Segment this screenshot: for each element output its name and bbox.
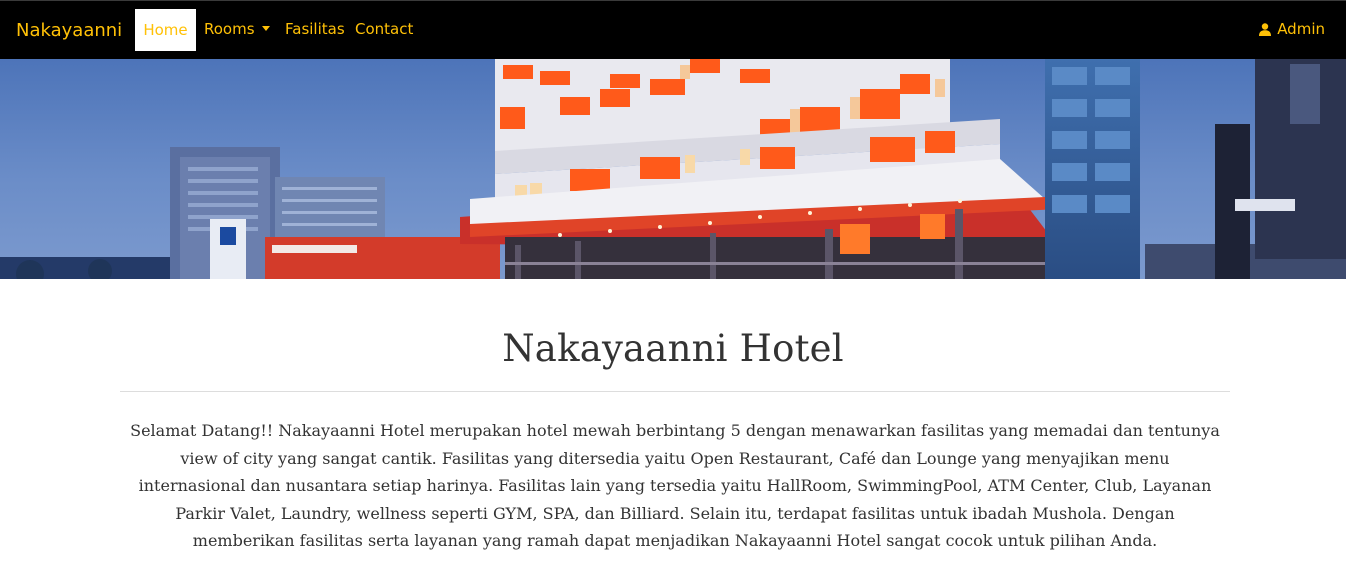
- nav-home[interactable]: Home: [135, 9, 196, 51]
- admin-label: Admin: [1277, 20, 1325, 38]
- caret-down-icon: [261, 26, 270, 31]
- brand-link[interactable]: Nakayaanni: [16, 20, 122, 41]
- hero-banner-image: [0, 59, 1346, 279]
- nav-rooms-dropdown[interactable]: Rooms: [204, 20, 270, 38]
- nav-contact[interactable]: Contact: [355, 20, 413, 38]
- user-icon: [1259, 22, 1272, 36]
- title-divider: [120, 391, 1230, 392]
- page-title: Nakayaanni Hotel: [502, 327, 844, 370]
- hotel-building-illustration: [0, 59, 1346, 279]
- navbar: Nakayaanni Home Rooms Fasilitas Contact …: [0, 0, 1346, 59]
- nav-rooms-label: Rooms: [204, 20, 255, 38]
- admin-link[interactable]: Admin: [1259, 20, 1325, 38]
- nav-fasilitas[interactable]: Fasilitas: [285, 20, 345, 38]
- hotel-description: Selamat Datang!! Nakayaanni Hotel merupa…: [130, 421, 1220, 550]
